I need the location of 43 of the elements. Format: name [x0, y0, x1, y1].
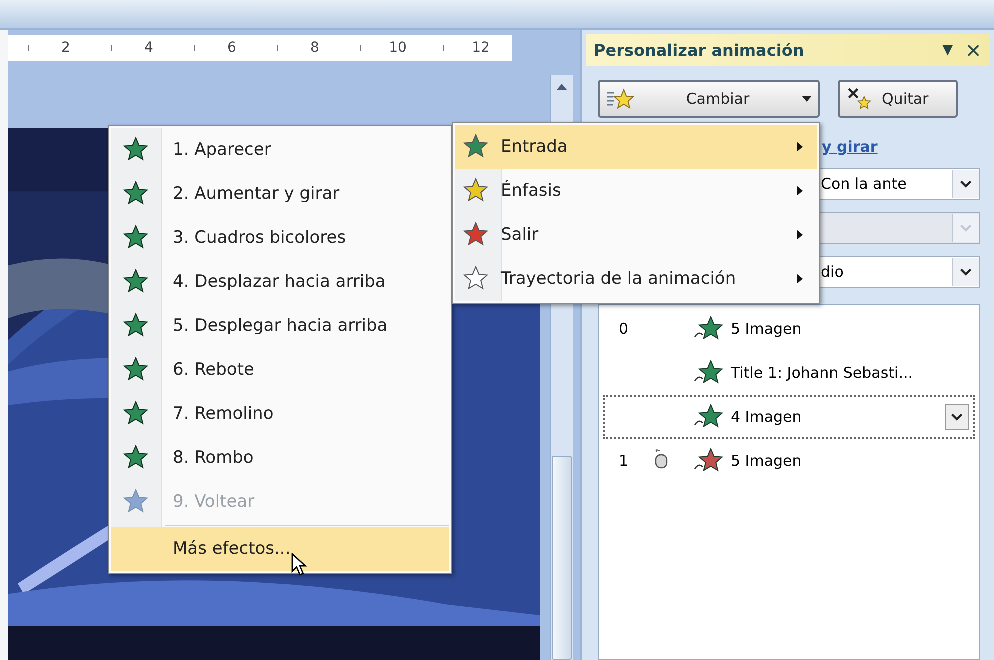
pane-title: Personalizar animación [594, 40, 806, 60]
menu-item[interactable]: 7. Remolino [111, 392, 449, 436]
animation-label: 4 Imagen [731, 408, 803, 426]
menu-item[interactable]: 8. Rombo [111, 436, 449, 480]
menu-item[interactable]: 2. Aumentar y girar [111, 172, 449, 216]
dropdown-button[interactable] [952, 258, 979, 286]
chevron-icon [951, 413, 963, 421]
animation-label: Title 1: Johann Sebasti... [731, 364, 914, 382]
effect-name: y girar [822, 138, 879, 156]
menu-item[interactable]: 3. Cuadros bicolores [111, 216, 449, 260]
dropdown-button[interactable] [945, 404, 969, 430]
menu-item[interactable]: Más efectos... [111, 527, 449, 571]
remove-icon [846, 87, 874, 111]
submenu-arrow-icon [797, 186, 803, 196]
submenu-item[interactable]: Entrada [455, 125, 817, 169]
submenu-arrow-icon [797, 142, 803, 152]
pane-menu-button[interactable]: ▼ [942, 42, 954, 58]
star-icon [606, 87, 634, 111]
order-number: 0 [619, 320, 629, 338]
animation-row[interactable]: Title 1: Johann Sebasti... [603, 351, 975, 395]
animation-row[interactable]: 0 5 Imagen [603, 307, 975, 351]
menu-item[interactable]: 6. Rebote [111, 348, 449, 392]
animation-label: 5 Imagen [731, 320, 803, 338]
animation-row[interactable]: 1 5 Imagen [603, 439, 975, 483]
change-button[interactable]: Cambiar [598, 80, 820, 118]
close-button[interactable]: × [965, 38, 982, 62]
remove-button[interactable]: Quitar [838, 80, 958, 118]
submenu-arrow-icon [797, 230, 803, 240]
menu-item[interactable]: 5. Desplegar hacia arriba [111, 304, 449, 348]
submenu-item[interactable]: Salir [455, 213, 817, 257]
menu-item[interactable]: 1. Aparecer [111, 128, 449, 172]
selected-animation-row[interactable]: 4 Imagen [603, 395, 975, 439]
animation-label: 5 Imagen [731, 452, 803, 470]
scroll-up-icon[interactable] [556, 83, 568, 91]
caret-icon [802, 96, 812, 102]
scroll-thumb[interactable] [552, 456, 572, 660]
chevron-icon [960, 268, 972, 276]
menu-item[interactable]: 4. Desplazar hacia arriba [111, 260, 449, 304]
submenu-arrow-icon [797, 274, 803, 284]
order-number: 1 [619, 452, 629, 470]
chevron-icon [960, 180, 972, 188]
dropdown-button[interactable] [952, 170, 979, 198]
chevron-icon [960, 224, 972, 232]
